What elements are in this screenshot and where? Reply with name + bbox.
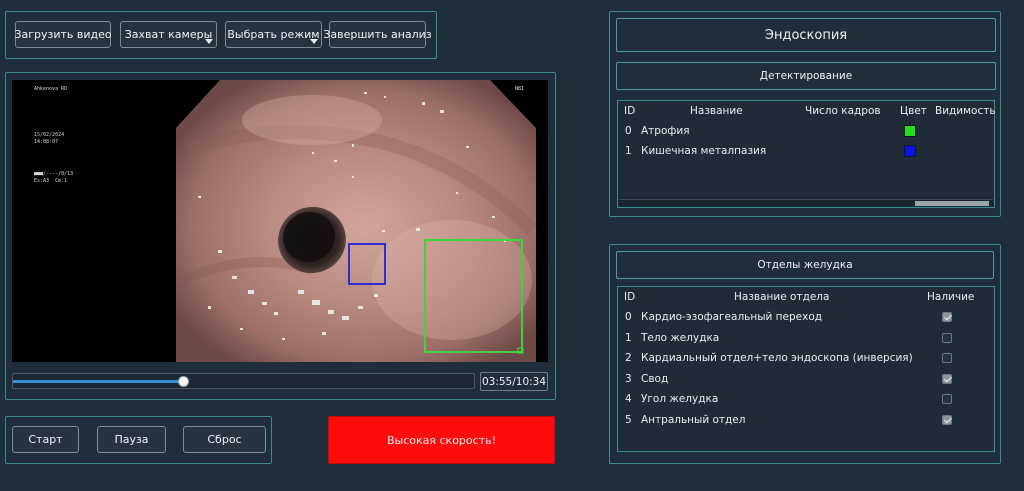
table-row[interactable]: 1 Тело желудка (618, 328, 994, 349)
section-id: 4 (625, 393, 632, 405)
stomach-sections-table: ID Название отдела Наличие 0 Кардио-эзофа… (617, 286, 995, 452)
overlay-time: 14:08:07 (34, 139, 59, 145)
table-row[interactable]: 0 Атрофия (618, 121, 994, 142)
col-frames: Число кадров (805, 105, 881, 117)
load-video-label: Загрузить видео (14, 28, 112, 41)
detection-id: 1 (625, 145, 632, 157)
start-label: Старт (28, 433, 63, 446)
pause-button[interactable]: Пауза (97, 426, 166, 453)
table-row[interactable]: 3 Свод (618, 369, 994, 390)
reset-button[interactable]: Сброс (183, 426, 266, 453)
col-visibility: Видимость (935, 105, 996, 117)
start-button[interactable]: Старт (12, 426, 79, 453)
presence-checkbox[interactable] (942, 312, 952, 322)
speed-alert: Высокая скорость! (328, 416, 555, 464)
detection-color-swatch (904, 125, 916, 137)
overlay-date: 15/02/2024 (34, 132, 65, 138)
presence-checkbox[interactable] (942, 394, 952, 404)
overlay-mode: NBI (515, 86, 525, 92)
seek-bar[interactable] (12, 373, 475, 389)
detection-title: Детектирование (616, 62, 996, 90)
scrollbar-thumb[interactable] (915, 201, 989, 206)
presence-checkbox[interactable] (942, 414, 952, 425)
table-row[interactable]: 0 Кардио-эзофагеальный переход (618, 307, 994, 328)
overlay-info-2: Es:A3 Cm:1 (34, 178, 68, 184)
presence-checkbox[interactable] (942, 373, 952, 384)
detection-id: 0 (625, 125, 632, 137)
seek-bar-fill (13, 380, 184, 383)
section-name: Антральный отдел (641, 413, 746, 426)
select-mode-label: Выбрать режим (227, 28, 320, 41)
overlay-info-1: ■■■/----/0/13 (34, 171, 74, 177)
col-id: ID (624, 291, 636, 303)
col-id: ID (624, 105, 636, 117)
section-name: Свод (641, 372, 669, 385)
section-id: 3 (625, 372, 632, 385)
camera-capture-button[interactable]: Захват камеры (120, 21, 217, 48)
detection-color-swatch (904, 145, 916, 157)
col-name: Название (690, 105, 743, 117)
detection-table-scrollbar[interactable] (619, 199, 993, 206)
presence-checkbox[interactable] (942, 332, 952, 343)
table-row[interactable]: 2 Кардиальный отдел+тело эндоскопа (инвер… (618, 348, 994, 369)
section-id: 1 (625, 331, 632, 344)
time-display: 03:55/10:34 (480, 372, 548, 391)
endoscopy-title: Эндоскопия (616, 18, 996, 52)
stomach-table-header: ID Название отдела Наличие (618, 287, 994, 307)
finish-analysis-label: Завершить анализ (323, 28, 432, 41)
chevron-down-icon (205, 39, 213, 44)
col-presence: Наличие (927, 291, 975, 303)
camera-capture-label: Захват камеры (124, 28, 213, 41)
table-row[interactable]: 5 Антральный отдел (618, 410, 994, 431)
section-name: Угол желудка (641, 393, 719, 405)
table-row[interactable]: 4 Угол желудка (618, 389, 994, 410)
detection-table: ID Название Число кадров Цвет Видимость … (617, 100, 996, 208)
overlay-patient: Ahkenova RD (34, 86, 68, 92)
load-video-button[interactable]: Загрузить видео (14, 21, 112, 48)
endoscopy-image (176, 80, 536, 362)
seek-bar-handle[interactable] (177, 376, 189, 387)
finish-analysis-button[interactable]: Завершить анализ (323, 21, 432, 48)
section-id: 2 (625, 352, 632, 364)
detection-name: Атрофия (641, 125, 690, 137)
section-name: Кардио-эзофагеальный переход (641, 311, 823, 323)
col-section-name: Название отдела (734, 291, 830, 303)
section-name: Кардиальный отдел+тело эндоскопа (инверс… (641, 352, 913, 364)
section-name: Тело желудка (641, 331, 720, 344)
stomach-sections-title: Отделы желудка (616, 251, 994, 279)
reset-label: Сброс (207, 433, 242, 446)
section-id: 5 (625, 413, 632, 426)
table-row[interactable]: 1 Кишечная металпазия (618, 141, 994, 162)
col-color: Цвет (900, 105, 927, 117)
video-frame[interactable]: Ahkenova RD NBI 15/02/2024 14:08:07 ■■■/… (12, 80, 548, 362)
detection-name: Кишечная металпазия (641, 145, 767, 157)
pause-label: Пауза (114, 433, 149, 446)
chevron-down-icon (310, 39, 318, 44)
section-id: 0 (625, 311, 632, 323)
select-mode-button[interactable]: Выбрать режим (225, 21, 322, 48)
detection-table-header: ID Название Число кадров Цвет Видимость (618, 101, 996, 121)
presence-checkbox[interactable] (942, 353, 952, 363)
